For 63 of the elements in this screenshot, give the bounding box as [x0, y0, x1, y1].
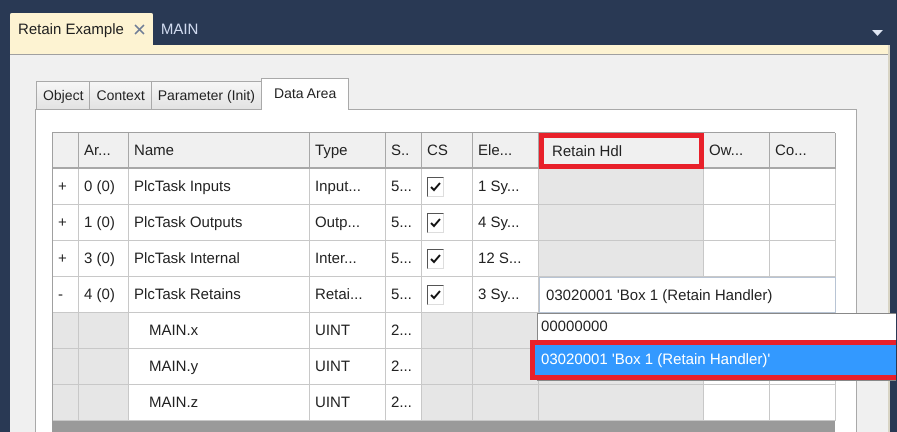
- table-cell: [770, 169, 836, 205]
- table-cell: 3 (0): [79, 241, 129, 277]
- table-cell: [473, 313, 539, 349]
- table-cell: UINT: [310, 349, 386, 385]
- table-cell: PlcTask Outputs: [129, 205, 310, 241]
- document-tab[interactable]: Retain Example: [10, 13, 153, 45]
- table-cell: Inter...: [310, 241, 386, 277]
- column-header[interactable]: CS: [422, 133, 473, 169]
- table-cell: [53, 385, 79, 421]
- column-header[interactable]: Ar...: [79, 133, 129, 169]
- property-tab[interactable]: Object: [36, 81, 90, 109]
- table-cell: 5...: [386, 169, 422, 205]
- table-cell: [473, 385, 539, 421]
- column-header[interactable]: Ow...: [704, 133, 770, 169]
- expand-toggle[interactable]: +: [53, 205, 79, 241]
- table-cell: [422, 385, 473, 421]
- checkmark-icon: [430, 218, 441, 228]
- column-header[interactable]: Ele...: [473, 133, 539, 169]
- table-cell: [79, 349, 129, 385]
- table-cell: [79, 313, 129, 349]
- column-header[interactable]: Co...: [770, 133, 836, 169]
- document-tab[interactable]: MAIN: [152, 13, 206, 45]
- checkbox[interactable]: [427, 212, 444, 232]
- table-cell: [79, 385, 129, 421]
- close-icon[interactable]: [134, 24, 145, 34]
- checkmark-icon: [430, 182, 441, 192]
- table-cell: 5...: [386, 205, 422, 241]
- column-header[interactable]: Type: [310, 133, 386, 169]
- checkbox[interactable]: [427, 176, 444, 196]
- table-cell: PlcTask Internal: [129, 241, 310, 277]
- property-tab[interactable]: Context: [89, 81, 152, 109]
- checkbox[interactable]: [427, 248, 444, 268]
- table-cell: MAIN.x: [129, 313, 310, 349]
- table-cell: Outp...: [310, 205, 386, 241]
- table-cell: [704, 169, 770, 205]
- table-cell: UINT: [310, 313, 386, 349]
- table-cell: 1 (0): [79, 205, 129, 241]
- column-header[interactable]: Name: [129, 133, 310, 169]
- table-cell: [422, 349, 473, 385]
- column-header[interactable]: Retain Hdl: [539, 133, 704, 169]
- checkmark-icon: [430, 290, 441, 300]
- column-header[interactable]: S..: [386, 133, 422, 169]
- table-cell: [704, 205, 770, 241]
- property-tab[interactable]: Parameter (Init): [150, 81, 262, 109]
- checkbox[interactable]: [427, 284, 444, 304]
- expand-toggle[interactable]: +: [53, 241, 79, 277]
- table-cell: MAIN.y: [129, 349, 310, 385]
- table-cell: Retai...: [310, 277, 386, 313]
- table-cell: PlcTask Retains: [129, 277, 310, 313]
- table-cell: 5...: [386, 277, 422, 313]
- combo-box[interactable]: 03020001 'Box 1 (Retain Handler): [539, 277, 836, 313]
- property-tab[interactable]: Data Area: [260, 78, 350, 110]
- table-cell: PlcTask Inputs: [129, 169, 310, 205]
- table-cell: [53, 313, 79, 349]
- checkmark-icon: [430, 254, 441, 264]
- table-cell: [770, 205, 836, 241]
- table-cell: [53, 349, 79, 385]
- table-cell: 0 (0): [79, 169, 129, 205]
- dropdown-arrow-icon[interactable]: [872, 30, 883, 36]
- table-cell: Input...: [310, 169, 386, 205]
- table-cell: 5...: [386, 241, 422, 277]
- expand-toggle[interactable]: +: [53, 169, 79, 205]
- dropdown-option[interactable]: 00000000: [538, 314, 896, 340]
